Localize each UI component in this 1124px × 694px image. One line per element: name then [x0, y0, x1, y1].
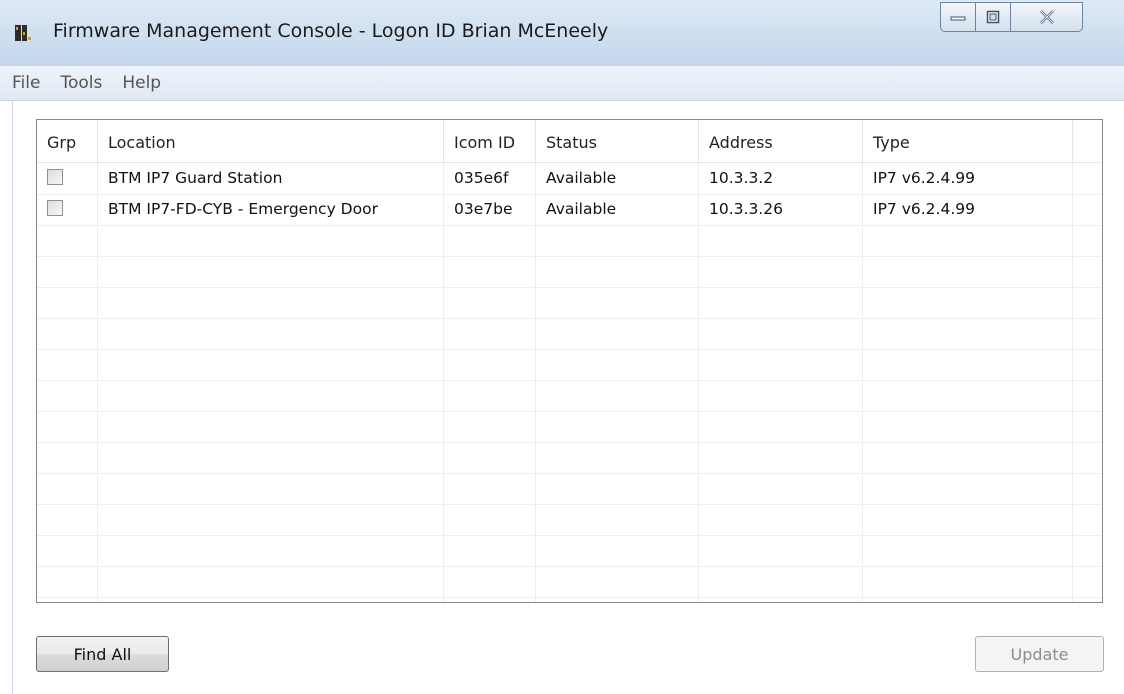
column-header-icom-id[interactable]: Icom ID — [444, 120, 536, 162]
cell-address: 10.3.3.26 — [709, 200, 783, 218]
firmware-app-icon — [15, 25, 31, 41]
grid-line — [37, 473, 1102, 474]
grid-line — [97, 163, 98, 602]
cell-icom-id: 03e7be — [454, 200, 513, 218]
grid-line — [37, 566, 1102, 567]
title-bar[interactable]: Firmware Management Console - Logon ID B… — [0, 0, 1124, 66]
cell-status: Available — [546, 169, 617, 187]
grid-line — [37, 535, 1102, 536]
grid-line — [37, 225, 1102, 226]
column-header-grp[interactable]: Grp — [37, 120, 98, 162]
menu-help[interactable]: Help — [112, 73, 171, 93]
grid-line — [37, 349, 1102, 350]
grid-line — [535, 163, 536, 602]
grid-line — [37, 318, 1102, 319]
cell-icom-id: 035e6f — [454, 169, 509, 187]
grid-line — [37, 597, 1102, 598]
window-controls — [940, 2, 1083, 32]
grid-line — [37, 256, 1102, 257]
group-checkbox[interactable] — [47, 169, 63, 185]
grid-line — [37, 287, 1102, 288]
grid-line — [37, 411, 1102, 412]
minimize-button[interactable] — [940, 2, 976, 32]
grid-line — [1072, 163, 1073, 602]
cell-status: Available — [546, 200, 617, 218]
menu-tools[interactable]: Tools — [50, 73, 112, 93]
close-button[interactable] — [1011, 2, 1083, 32]
grid-line — [37, 504, 1102, 505]
table-row[interactable]: BTM IP7-FD-CYB - Emergency Door 03e7be A… — [37, 194, 1102, 225]
application-window: Firmware Management Console - Logon ID B… — [0, 0, 1124, 694]
grid-line — [698, 163, 699, 602]
column-header-type[interactable]: Type — [863, 120, 1073, 162]
window-title: Firmware Management Console - Logon ID B… — [53, 20, 609, 42]
grid-line — [37, 442, 1102, 443]
cell-type: IP7 v6.2.4.99 — [873, 200, 975, 218]
find-all-button[interactable]: Find All — [36, 636, 169, 672]
grid-line — [862, 163, 863, 602]
cell-type: IP7 v6.2.4.99 — [873, 169, 975, 187]
menu-file[interactable]: File — [0, 73, 50, 93]
column-header-status[interactable]: Status — [536, 120, 699, 162]
menu-bar: File Tools Help — [0, 66, 1124, 101]
column-header-location[interactable]: Location — [98, 120, 444, 162]
minimize-icon — [950, 16, 966, 21]
group-checkbox[interactable] — [47, 200, 63, 216]
cell-location: BTM IP7 Guard Station — [108, 169, 283, 187]
list-body: BTM IP7 Guard Station 035e6f Available 1… — [37, 163, 1102, 602]
cell-location: BTM IP7-FD-CYB - Emergency Door — [108, 200, 378, 218]
column-header-filler — [1073, 120, 1102, 162]
column-header-address[interactable]: Address — [699, 120, 863, 162]
cell-address: 10.3.3.2 — [709, 169, 774, 187]
grid-line — [443, 163, 444, 602]
grid-line — [37, 380, 1102, 381]
table-row[interactable]: BTM IP7 Guard Station 035e6f Available 1… — [37, 163, 1102, 194]
update-button[interactable]: Update — [975, 636, 1104, 672]
maximize-icon — [986, 10, 1000, 24]
list-header: Grp Location Icom ID Status Address Type — [37, 120, 1102, 163]
maximize-button[interactable] — [976, 2, 1011, 32]
device-list[interactable]: Grp Location Icom ID Status Address Type — [36, 119, 1103, 603]
close-icon — [1039, 10, 1054, 24]
